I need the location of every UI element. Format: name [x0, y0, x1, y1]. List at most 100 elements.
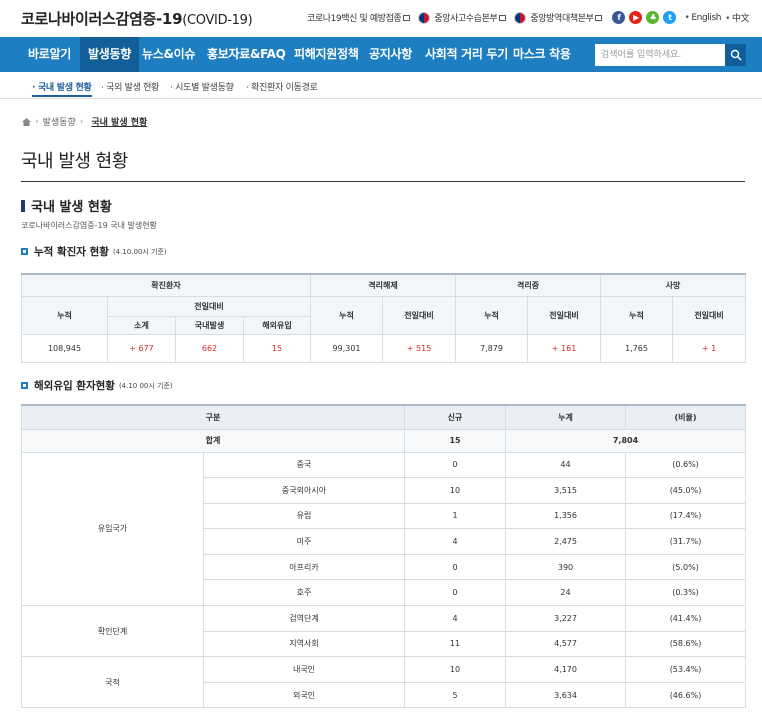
row-cumulative: 3,634 — [505, 681, 627, 709]
released-total-value: 99,301 — [310, 333, 384, 363]
blog-icon[interactable]: ♣ — [646, 11, 660, 24]
row-new: 0 — [404, 451, 507, 479]
row-cumulative: 2,475 — [505, 528, 627, 555]
total-label: 합계 — [20, 428, 406, 453]
cumulative-title-text: 누적 확진자 현황 — [34, 246, 109, 258]
nav-item-support[interactable]: 피해지원정책 — [294, 37, 359, 72]
row-cumulative: 3,227 — [505, 605, 627, 632]
row-new: 0 — [404, 579, 507, 607]
released-daily-value: + 515 — [382, 333, 457, 363]
row-new: 11 — [404, 630, 507, 658]
cumulative-table: 확진환자 격리해제 격리중 사망 누적 전일대비 누적 전일대비 누적 전일대비… — [20, 273, 747, 363]
col-subtotal: 소계 — [107, 315, 176, 335]
subnav-label: 확진환자 이동경로 — [251, 83, 318, 93]
row-new: 10 — [404, 477, 507, 504]
row-ratio: (0.6%) — [625, 451, 747, 479]
row-cumulative: 4,577 — [505, 630, 627, 658]
row-new: 4 — [404, 528, 507, 555]
section-marker-icon — [21, 199, 25, 212]
row-ratio: (17.4%) — [625, 502, 747, 530]
isolated-total-value: 7,879 — [455, 333, 529, 363]
row-cumulative: 390 — [505, 553, 627, 581]
twitter-icon[interactable]: t — [663, 11, 677, 24]
row-ratio: (5.0%) — [625, 553, 747, 581]
nav-item-distancing[interactable]: 사회적 거리 두기 — [425, 37, 508, 72]
total-new: 15 — [404, 428, 507, 453]
lang-english-label: English — [691, 12, 722, 23]
breadcrumb-parent[interactable]: 발생동향 — [43, 115, 76, 128]
external-link-icon — [403, 14, 411, 21]
subnav-item-routes[interactable]: · 확진환자 이동경로 — [246, 80, 318, 93]
breadcrumb-separator: › — [79, 116, 84, 127]
row-label: 외국인 — [202, 681, 406, 709]
site-title-sub: (COVID-19) — [182, 13, 253, 28]
row-ratio: (45.0%) — [625, 477, 747, 504]
col-cumulative: 누계 — [505, 404, 627, 430]
cdhq-link[interactable]: 중앙방역대책본부 — [514, 11, 603, 24]
section-title: 국내 발생 현황 — [21, 196, 112, 215]
confirmed-domestic-value: 662 — [175, 333, 244, 363]
row-label: 호주 — [202, 579, 406, 607]
deaths-total-value: 1,765 — [600, 333, 674, 363]
row-label: 중국 — [202, 451, 406, 479]
confirmed-imported-value: 15 — [242, 333, 312, 363]
nav-item-about[interactable]: 바로알기 — [28, 37, 71, 72]
search-button[interactable] — [725, 44, 746, 66]
youtube-icon[interactable]: ▶ — [629, 11, 643, 24]
facebook-icon[interactable]: f — [612, 11, 626, 24]
col-isolated: 격리중 — [455, 273, 602, 297]
breadcrumb-current: 국내 발생 현황 — [91, 118, 148, 128]
row-new: 10 — [404, 656, 507, 683]
col-domestic: 국내발생 — [175, 315, 244, 335]
subnav-item-regional[interactable]: · 시도별 발생동향 — [170, 80, 234, 93]
breadcrumb: › 발생동향 › 국내 발생 현황 — [22, 115, 147, 128]
site-title-text: 코로나바이러스감염증-19 — [21, 10, 183, 28]
subnav-item-overseas[interactable]: · 국외 발생 현황 — [101, 80, 159, 93]
subnav-label: 국내 발생 현황 — [37, 83, 92, 93]
cdsch-link[interactable]: 중앙사고수습본부 — [418, 11, 507, 24]
square-bullet-icon — [21, 382, 28, 389]
cumulative-date: (4.10.00시 기준) — [112, 247, 167, 256]
table-row: 국적 내국인 10 4,170 (53.4%) — [21, 656, 747, 709]
row-label: 중국외아시아 — [202, 477, 406, 504]
top-header: 코로나바이러스감염증-19(COVID-19) 코로나19백신 및 예방접종 중… — [0, 0, 762, 37]
site-logo[interactable]: 코로나바이러스감염증-19(COVID-19) — [21, 8, 253, 29]
isolated-daily-value: + 161 — [527, 333, 602, 363]
sub-nav: · 국내 발생 현황 · 국외 발생 현황 · 시도별 발생동향 · 확진환자 … — [0, 72, 762, 99]
nav-item-mask[interactable]: 마스크 착용 — [513, 37, 571, 72]
row-label: 미주 — [202, 528, 406, 555]
row-label: 유럽 — [202, 502, 406, 530]
row-label: 검역단계 — [202, 605, 406, 632]
lang-chinese-label: 中文 — [732, 14, 750, 24]
confirmed-subtotal-value: + 677 — [107, 333, 176, 363]
search-icon — [730, 49, 742, 61]
subnav-item-domestic[interactable]: · 국내 발생 현황 — [32, 80, 92, 97]
square-bullet-icon — [21, 248, 28, 255]
vaccine-link[interactable]: 코로나19백신 및 예방접종 — [307, 11, 411, 24]
nav-item-trends[interactable]: 발생동향 — [80, 37, 139, 72]
home-icon[interactable] — [22, 117, 31, 126]
row-label: 지역사회 — [202, 630, 406, 658]
row-ratio: (53.4%) — [625, 656, 747, 683]
government-emblem-icon — [418, 11, 431, 24]
row-cumulative: 24 — [505, 579, 627, 607]
nav-item-pr-faq[interactable]: 홍보자료&FAQ — [207, 37, 286, 72]
col-confirmed: 확진환자 — [20, 273, 312, 297]
deaths-daily-value: + 1 — [672, 333, 747, 363]
title-divider — [21, 181, 745, 182]
confirmed-total-value: 108,945 — [21, 333, 108, 363]
col-released: 격리해제 — [310, 273, 457, 297]
lang-english[interactable]: • English — [684, 13, 721, 23]
external-link-icon — [595, 14, 603, 21]
row-label: 내국인 — [202, 656, 406, 683]
nav-item-notices[interactable]: 공지사항 — [369, 37, 412, 72]
row-cumulative: 3,515 — [505, 477, 627, 504]
sns-links: f ▶ ♣ t — [612, 11, 680, 24]
imported-date: (4.10 00시 기준) — [118, 381, 173, 390]
row-new: 1 — [404, 502, 507, 530]
lang-chinese[interactable]: • 中文 — [725, 11, 750, 24]
main-nav: 바로알기 발생동향 뉴스&이슈 홍보자료&FAQ 피해지원정책 공지사항 사회적… — [0, 37, 762, 72]
search-input[interactable]: 검색어를 입력하세요. — [595, 44, 725, 66]
nav-item-news[interactable]: 뉴스&이슈 — [142, 37, 195, 72]
row-ratio: (58.6%) — [625, 630, 747, 658]
